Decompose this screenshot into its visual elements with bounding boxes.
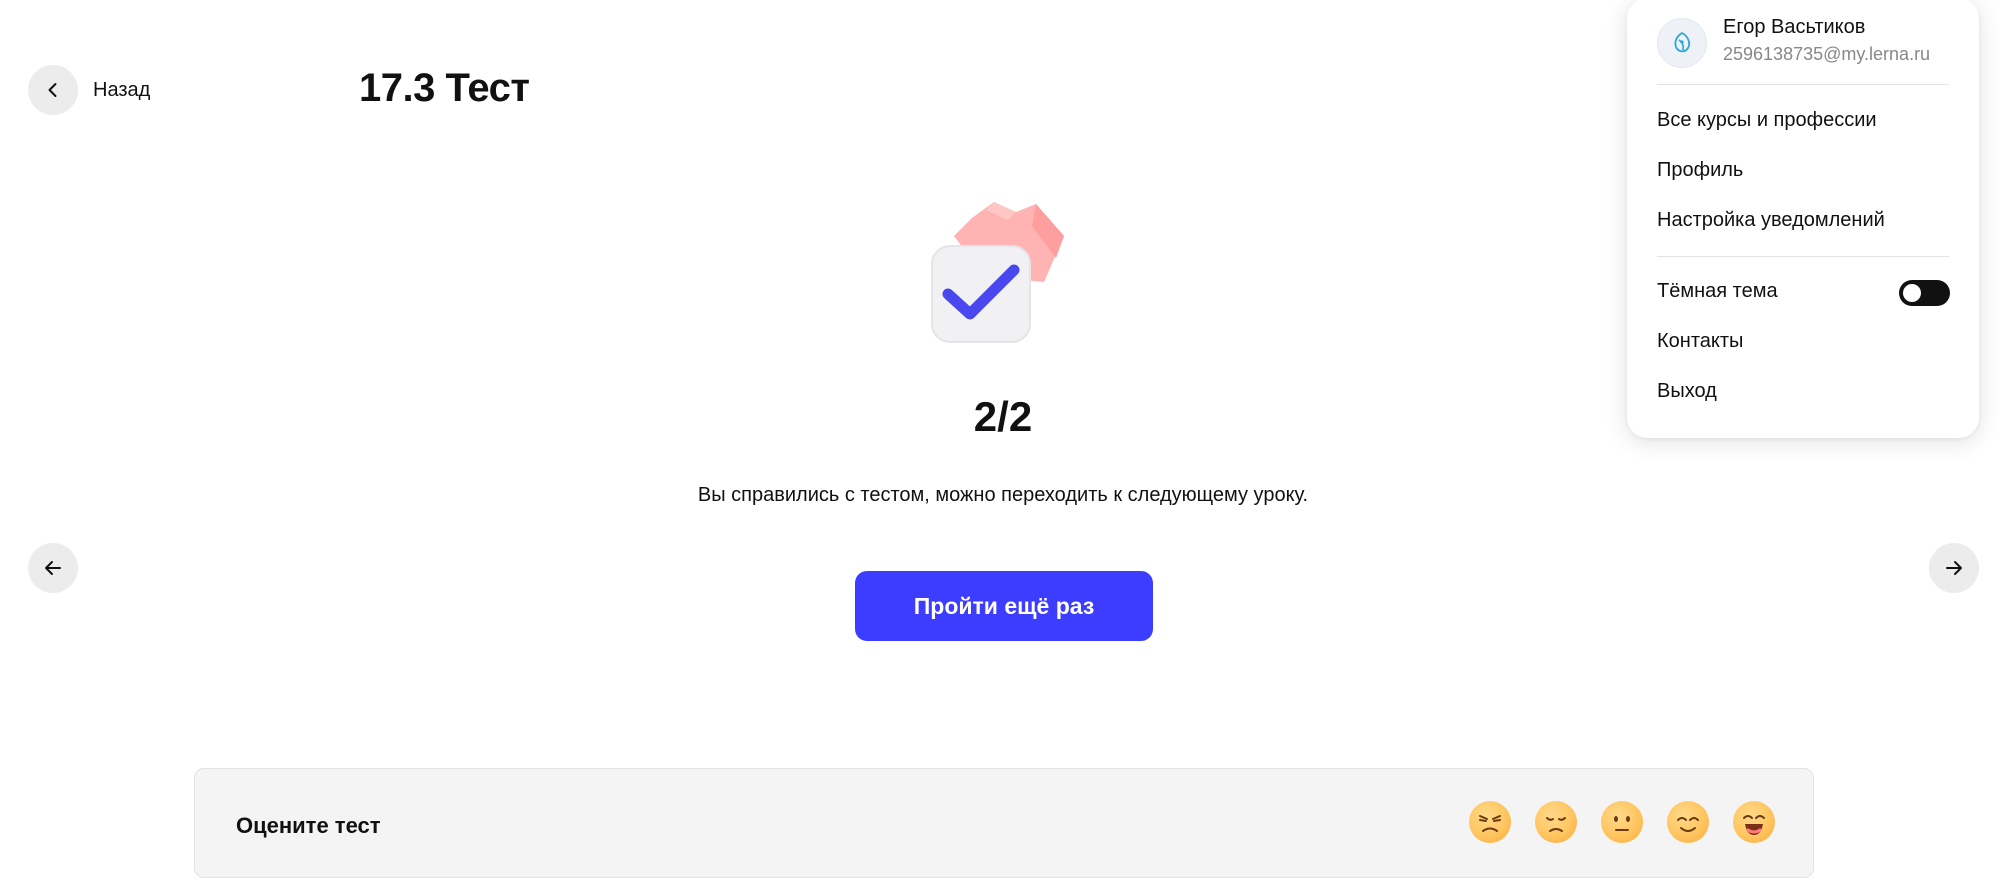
avatar bbox=[1657, 18, 1707, 68]
menu-item-notification-settings[interactable]: Настройка уведомлений bbox=[1657, 209, 1885, 232]
menu-item-contacts[interactable]: Контакты bbox=[1657, 330, 1743, 353]
back-button[interactable] bbox=[28, 65, 78, 115]
dark-theme-label: Тёмная тема bbox=[1657, 280, 1778, 302]
arrow-left-icon bbox=[45, 561, 61, 575]
rating-label: Оцените тест bbox=[236, 813, 381, 838]
chevron-left-icon bbox=[48, 83, 57, 97]
rating-emoji-row bbox=[1469, 801, 1775, 843]
menu-divider bbox=[1657, 256, 1949, 257]
profile-dropdown: Егор Васьтиков 2596138735@my.lerna.ru Вс… bbox=[1627, 0, 1979, 438]
toggle-knob bbox=[1903, 284, 1921, 302]
back-link[interactable]: Назад bbox=[93, 79, 150, 102]
lerna-logo-icon bbox=[1674, 31, 1691, 53]
sad-face-icon[interactable] bbox=[1535, 801, 1577, 843]
menu-item-logout[interactable]: Выход bbox=[1657, 380, 1717, 403]
menu-item-all-courses[interactable]: Все курсы и профессии bbox=[1657, 109, 1877, 132]
smiling-face-icon[interactable] bbox=[1667, 801, 1709, 843]
lesson-page: Назад 17.3 Тест 2/2 Вы справились с тест… bbox=[0, 0, 2006, 887]
angry-face-icon[interactable] bbox=[1469, 801, 1511, 843]
page-title: 17.3 Тест bbox=[359, 66, 530, 110]
previous-lesson-button[interactable] bbox=[28, 543, 78, 593]
arrow-right-icon bbox=[1946, 561, 1962, 575]
grinning-face-icon[interactable] bbox=[1733, 801, 1775, 843]
user-name: Егор Васьтиков bbox=[1723, 16, 1866, 38]
dark-theme-toggle[interactable] bbox=[1899, 280, 1950, 306]
neutral-face-icon[interactable] bbox=[1601, 801, 1643, 843]
next-lesson-button[interactable] bbox=[1929, 543, 1979, 593]
rating-panel: Оцените тест bbox=[194, 768, 1814, 878]
user-email: 2596138735@my.lerna.ru bbox=[1723, 44, 1931, 64]
result-message: Вы справились с тестом, можно переходить… bbox=[697, 484, 1309, 506]
menu-item-profile[interactable]: Профиль bbox=[1657, 159, 1743, 182]
test-passed-illustration bbox=[931, 202, 1064, 343]
retry-test-button[interactable]: Пройти ещё раз bbox=[855, 571, 1153, 641]
menu-divider bbox=[1657, 84, 1949, 85]
